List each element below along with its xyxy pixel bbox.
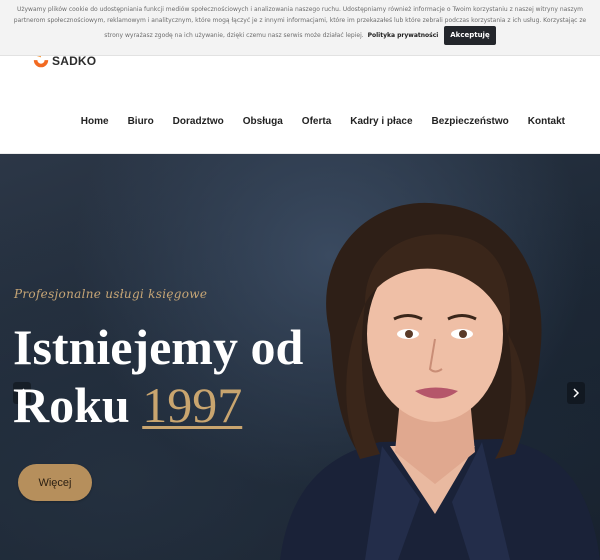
headline-line1: Istniejemy od (13, 319, 304, 375)
more-button[interactable]: Więcej (18, 464, 92, 501)
cookie-message: Używamy plików cookie do udostępniania f… (6, 4, 594, 45)
privacy-policy-link[interactable]: Polityka prywatności (368, 32, 439, 39)
nav-item-home[interactable]: Home (81, 116, 109, 127)
accept-cookies-button[interactable]: Akceptuję (444, 26, 496, 45)
nav-item-biuro[interactable]: Biuro (128, 116, 154, 127)
nav-item-oferta[interactable]: Oferta (302, 116, 331, 127)
cookie-banner: Używamy plików cookie do udostępniania f… (0, 0, 600, 56)
chevron-right-icon (573, 388, 580, 398)
cookie-text: Używamy plików cookie do udostępniania f… (13, 6, 587, 39)
headline-line2: Roku (13, 377, 130, 433)
nav-item-kontakt[interactable]: Kontakt (528, 116, 565, 127)
hero-portrait-image (280, 202, 600, 560)
nav-item-bezpieczenstwo[interactable]: Bezpieczeństwo (432, 116, 509, 127)
nav-item-kadry[interactable]: Kadry i płace (350, 116, 412, 127)
logo-text: SADKO (52, 54, 97, 68)
nav-item-doradztwo[interactable]: Doradztwo (173, 116, 224, 127)
nav-item-obsluga[interactable]: Obsługa (243, 116, 283, 127)
slider-next-button[interactable] (567, 382, 585, 404)
hero-slider: Profesjonalne usługi księgowe Istniejemy… (0, 154, 600, 560)
main-nav: Home Biuro Doradztwo Obsługa Oferta Kadr… (62, 116, 565, 127)
headline-year: 1997 (142, 377, 243, 433)
hero-eyebrow: Profesjonalne usługi księgowe (14, 287, 208, 301)
hero-headline: Istniejemy od Roku 1997 (13, 318, 313, 434)
